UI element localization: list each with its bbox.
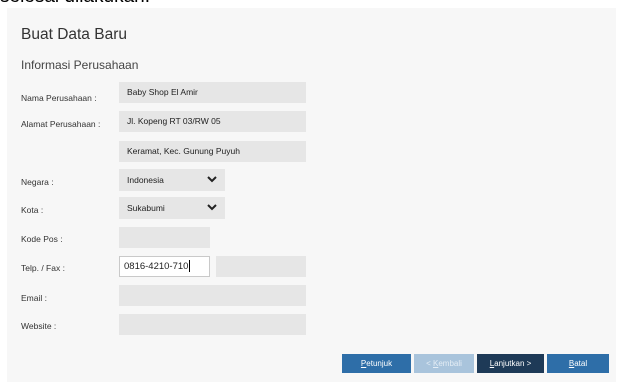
country-selected-value: Indonesia: [127, 175, 164, 185]
next-button[interactable]: Lanjutkan >: [477, 354, 544, 373]
website-input[interactable]: [119, 314, 306, 335]
cancel-button[interactable]: Batal: [547, 354, 609, 373]
address-line1-input[interactable]: Jl. Kopeng RT 03/RW 05: [119, 111, 306, 132]
fax-input[interactable]: [216, 256, 306, 277]
phone-value: 0816-4210-710: [124, 261, 189, 272]
city-label: Kota :: [21, 205, 44, 215]
company-name-label: Nama Perusahaan :: [21, 93, 97, 103]
text-caret: [189, 260, 191, 273]
address-line2-input[interactable]: Keramat, Kec. Gunung Puyuh: [119, 141, 306, 162]
postal-code-input[interactable]: [119, 227, 210, 248]
company-address-label: Alamat Perusahaan :: [21, 119, 101, 129]
chevron-down-icon: [207, 204, 217, 211]
phone-fax-label: Telp. / Fax :: [21, 263, 65, 273]
help-button[interactable]: Petunjuk: [342, 354, 411, 373]
back-button[interactable]: < Kembali: [414, 354, 474, 373]
city-select[interactable]: Sukabumi: [119, 197, 225, 219]
city-selected-value: Sukabumi: [127, 203, 165, 213]
postal-code-label: Kode Pos :: [21, 234, 63, 244]
country-label: Negara :: [21, 177, 54, 187]
company-name-input[interactable]: Baby Shop El Amir: [119, 82, 306, 103]
dialog-title: Buat Data Baru: [21, 26, 127, 43]
cropped-document-text: selesai dilakukan.: [0, 0, 150, 8]
section-title: Informasi Perusahaan: [21, 58, 139, 72]
email-input[interactable]: [119, 285, 306, 306]
top-strip: selesai dilakukan.: [0, 0, 618, 8]
chevron-down-icon: [207, 176, 217, 183]
website-label: Website :: [21, 321, 57, 331]
email-label: Email :: [21, 293, 47, 303]
country-select[interactable]: Indonesia: [119, 169, 225, 191]
phone-input[interactable]: 0816-4210-710: [119, 256, 210, 277]
